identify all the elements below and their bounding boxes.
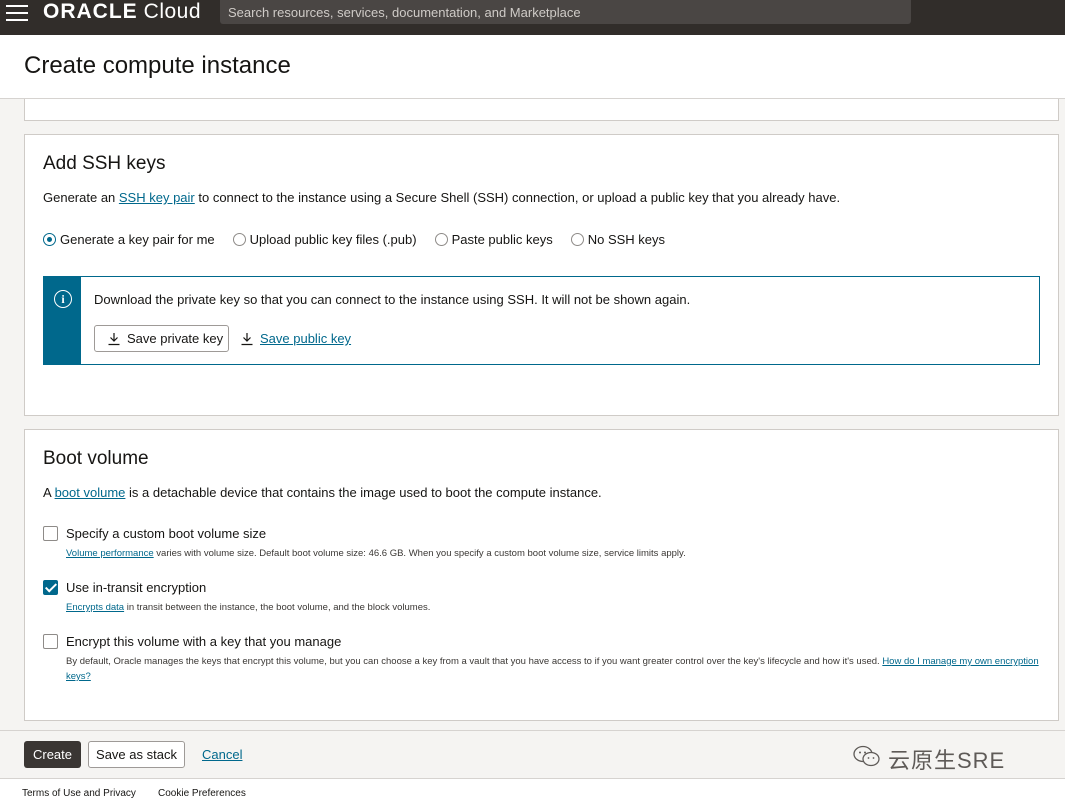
volume-performance-link[interactable]: Volume performance — [66, 548, 154, 559]
radio-indicator[interactable] — [434, 233, 448, 246]
in-transit-encryption-checkbox[interactable] — [43, 580, 58, 595]
brand-cloud: Cloud — [143, 0, 202, 23]
checkbox-label: Specify a custom boot volume size — [66, 526, 267, 541]
info-banner: i Download the private key so that you c… — [43, 276, 1040, 365]
radio-indicator[interactable] — [232, 233, 246, 246]
ssh-key-options: Generate a key pair for me Upload public… — [43, 232, 683, 247]
search-input[interactable] — [228, 4, 911, 20]
boot-section-heading: Boot volume — [43, 448, 149, 469]
custom-boot-size-checkbox[interactable] — [43, 526, 58, 541]
page-header: Create compute instance — [0, 35, 1065, 99]
boot-desc-suffix: is a detachable device that contains the… — [125, 485, 602, 500]
customer-managed-key-checkbox[interactable] — [43, 634, 58, 649]
checkbox-label: Encrypt this volume with a key that you … — [66, 634, 342, 649]
ssh-desc-suffix: to connect to the instance using a Secur… — [194, 190, 841, 205]
radio-upload-public-key[interactable]: Upload public key files (.pub) — [232, 232, 417, 247]
help-text: By default, Oracle manages the keys that… — [66, 656, 883, 667]
download-icon — [240, 332, 254, 346]
form-action-bar: Create Save as stack Cancel 云原生SRE — [0, 730, 1065, 778]
boot-volume-link[interactable]: boot volume — [55, 485, 126, 500]
customer-managed-key-help: By default, Oracle manages the keys that… — [66, 654, 1046, 684]
ssh-description: Generate an SSH key pair to connect to t… — [43, 190, 840, 205]
cancel-link[interactable]: Cancel — [202, 747, 242, 762]
custom-boot-size-option[interactable]: Specify a custom boot volume size — [43, 526, 266, 541]
radio-indicator[interactable] — [570, 233, 584, 246]
in-transit-encryption-option[interactable]: Use in-transit encryption — [43, 580, 206, 595]
radio-label: No SSH keys — [587, 232, 666, 247]
previous-section-card — [24, 99, 1059, 121]
radio-label: Generate a key pair for me — [60, 232, 215, 247]
radio-label: Paste public keys — [451, 232, 553, 247]
encrypts-data-link[interactable]: Encrypts data — [66, 602, 124, 613]
terms-link[interactable]: Terms of Use and Privacy — [22, 788, 136, 799]
watermark: 云原生SRE — [852, 743, 1005, 775]
radio-label: Upload public key files (.pub) — [249, 232, 417, 247]
boot-volume-section: Boot volume A boot volume is a detachabl… — [24, 429, 1059, 721]
save-private-key-button[interactable]: Save private key — [94, 325, 229, 352]
save-public-key-link[interactable]: Save public key — [240, 331, 351, 346]
ssh-desc-prefix: Generate an — [43, 190, 119, 205]
page-footer: Terms of Use and Privacy Cookie Preferen… — [0, 778, 1065, 805]
radio-paste-public-keys[interactable]: Paste public keys — [434, 232, 553, 247]
in-transit-encryption-help: Encrypts data in transit between the ins… — [66, 600, 1046, 615]
save-as-stack-button[interactable]: Save as stack — [88, 741, 185, 768]
create-button[interactable]: Create — [24, 741, 81, 768]
ssh-keys-section: Add SSH keys Generate an SSH key pair to… — [24, 134, 1059, 416]
info-banner-text: Download the private key so that you can… — [94, 292, 691, 307]
wechat-icon — [852, 744, 882, 774]
page-title: Create compute instance — [24, 52, 291, 79]
help-text: varies with volume size. Default boot vo… — [153, 548, 686, 559]
save-private-key-label: Save private key — [127, 331, 224, 346]
help-text: in transit between the instance, the boo… — [124, 602, 431, 613]
info-banner-accent: i — [44, 277, 81, 364]
custom-boot-size-help: Volume performance varies with volume si… — [66, 546, 1046, 561]
top-navigation-bar: ORACLE Cloud — [0, 0, 1065, 35]
info-icon: i — [54, 290, 72, 308]
radio-generate-key-pair[interactable]: Generate a key pair for me — [43, 232, 215, 247]
boot-desc-prefix: A — [43, 485, 55, 500]
ssh-section-heading: Add SSH keys — [43, 153, 166, 174]
checkbox-label: Use in-transit encryption — [66, 580, 207, 595]
ssh-key-pair-link[interactable]: SSH key pair — [119, 190, 195, 205]
customer-managed-key-option[interactable]: Encrypt this volume with a key that you … — [43, 634, 341, 649]
save-public-key-label[interactable]: Save public key — [260, 331, 351, 346]
global-search — [220, 0, 911, 24]
radio-no-ssh-keys[interactable]: No SSH keys — [570, 232, 666, 247]
download-icon — [107, 332, 121, 346]
boot-description: A boot volume is a detachable device tha… — [43, 485, 602, 500]
brand-oracle: ORACLE — [43, 0, 138, 23]
cookie-preferences-link[interactable]: Cookie Preferences — [158, 788, 246, 799]
radio-selected-indicator[interactable] — [43, 233, 56, 246]
oracle-cloud-logo[interactable]: ORACLE Cloud — [43, 0, 201, 24]
hamburger-menu-icon[interactable] — [6, 3, 30, 23]
watermark-text: 云原生SRE — [888, 748, 1006, 773]
